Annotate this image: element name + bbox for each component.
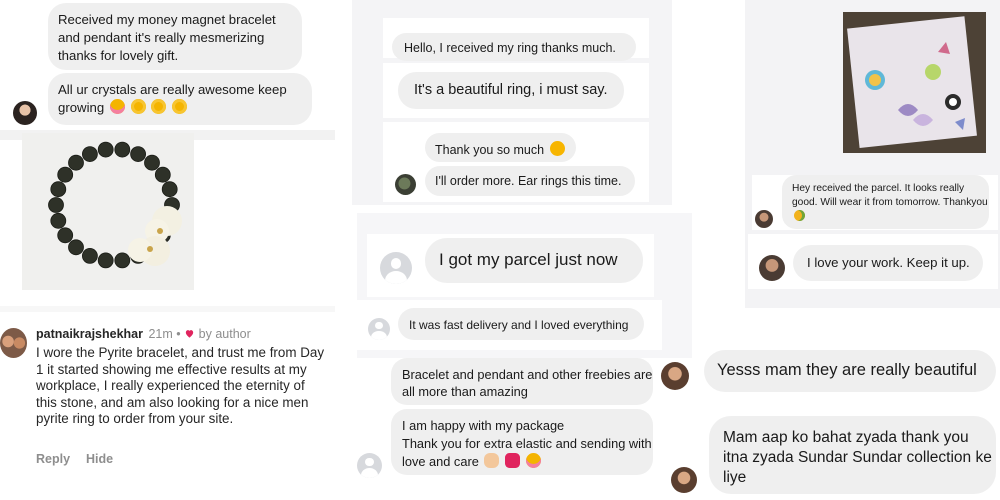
message-bubble: I'll order more. Ear rings this time. (425, 166, 635, 196)
message-bubble: Hello, I received my ring thanks much. (392, 33, 636, 61)
avatar (759, 255, 785, 281)
section-divider (0, 306, 335, 312)
avatar (13, 101, 37, 125)
default-avatar-icon (357, 453, 382, 478)
message-bubble: All ur crystals are really awesome keep … (48, 73, 312, 125)
charms-photo (843, 12, 986, 153)
heart-icon (184, 327, 195, 338)
message-text: I got my parcel just now (439, 250, 618, 269)
bead (68, 154, 84, 171)
message-text: It's a beautiful ring, i must say. (414, 82, 608, 98)
message-bubble: I am happy with my package Thank you for… (391, 409, 653, 475)
mango-emoji (794, 210, 805, 221)
heart-hands-emoji (484, 453, 500, 468)
bead (82, 248, 98, 264)
message-bubble: I love your work. Keep it up. (793, 245, 983, 281)
message-bubble: Mam aap ko bahat zyada thank you itna zy… (709, 416, 996, 494)
avatar (755, 210, 773, 228)
by-author-label: by author (198, 327, 251, 341)
message-bubble: It was fast delivery and I loved everyth… (398, 308, 644, 340)
message-bubble: Hey received the parcel. It looks really… (782, 175, 989, 229)
message-text: Hey received the parcel. It looks really… (792, 183, 988, 208)
commenter-avatar[interactable] (0, 328, 27, 358)
default-avatar-icon (368, 318, 390, 340)
message-text: Thank you so much (435, 143, 545, 157)
message-bubble: Yesss mam they are really beautiful (704, 350, 996, 392)
smiling-face-hearts-emoji (109, 99, 125, 114)
message-text: Hello, I received my ring thanks much. (404, 41, 616, 55)
bead (114, 252, 131, 269)
separator: • (176, 327, 181, 341)
reply-button[interactable]: Reply (36, 452, 70, 466)
red-heart-emoji (504, 453, 520, 468)
smiling-face-hearts-emoji (525, 453, 541, 468)
message-text: I love your work. Keep it up. (807, 255, 970, 270)
bracelet-photo (22, 133, 194, 290)
bead (130, 146, 146, 163)
message-text: Yesss mam they are really beautiful (717, 361, 977, 379)
bead (97, 141, 114, 158)
message-text: Bracelet and pendant and other freebies … (402, 367, 653, 399)
kissing-face-emoji (130, 99, 146, 114)
charms-image (843, 12, 986, 153)
bead (154, 166, 171, 183)
bead (97, 252, 114, 269)
message-bubble: Bracelet and pendant and other freebies … (391, 358, 653, 405)
avatar (671, 467, 697, 493)
bead (82, 146, 98, 163)
default-avatar-icon (380, 252, 412, 284)
bead (57, 166, 74, 183)
message-text: It was fast delivery and I loved everyth… (409, 318, 629, 332)
kissing-face-emoji (151, 99, 167, 114)
bead (114, 141, 131, 158)
comment-time: 21m (148, 327, 173, 341)
message-text: I'll order more. Ear rings this time. (435, 174, 622, 188)
bead (48, 197, 64, 213)
message-text: Received my money magnet bracelet and pe… (58, 12, 276, 63)
bead (161, 181, 178, 198)
message-bubble: Received my money magnet bracelet and pe… (48, 3, 302, 70)
bead (57, 227, 74, 244)
avatar (395, 174, 416, 195)
message-bubble: It's a beautiful ring, i must say. (398, 72, 624, 109)
kissing-face-emoji (171, 99, 187, 114)
message-bubble: I got my parcel just now (425, 238, 643, 283)
comment-header: patnaikrajshekhar 21m • by author (36, 326, 336, 342)
section-divider (352, 205, 692, 213)
smiling-face-emoji (549, 141, 565, 156)
comment-text: I wore the Pyrite bracelet, and trust me… (36, 345, 325, 427)
bead (50, 181, 67, 198)
hide-button[interactable]: Hide (86, 452, 113, 466)
bead (68, 239, 84, 256)
message-bubble: Thank you so much (425, 133, 576, 162)
bead (144, 154, 160, 171)
bracelet-image (22, 133, 194, 290)
message-text: Mam aap ko bahat zyada thank you itna zy… (723, 429, 992, 486)
bead (50, 212, 67, 229)
comment-username[interactable]: patnaikrajshekhar (36, 327, 143, 341)
message-text: I am happy with my package (402, 418, 565, 433)
avatar (661, 362, 689, 390)
